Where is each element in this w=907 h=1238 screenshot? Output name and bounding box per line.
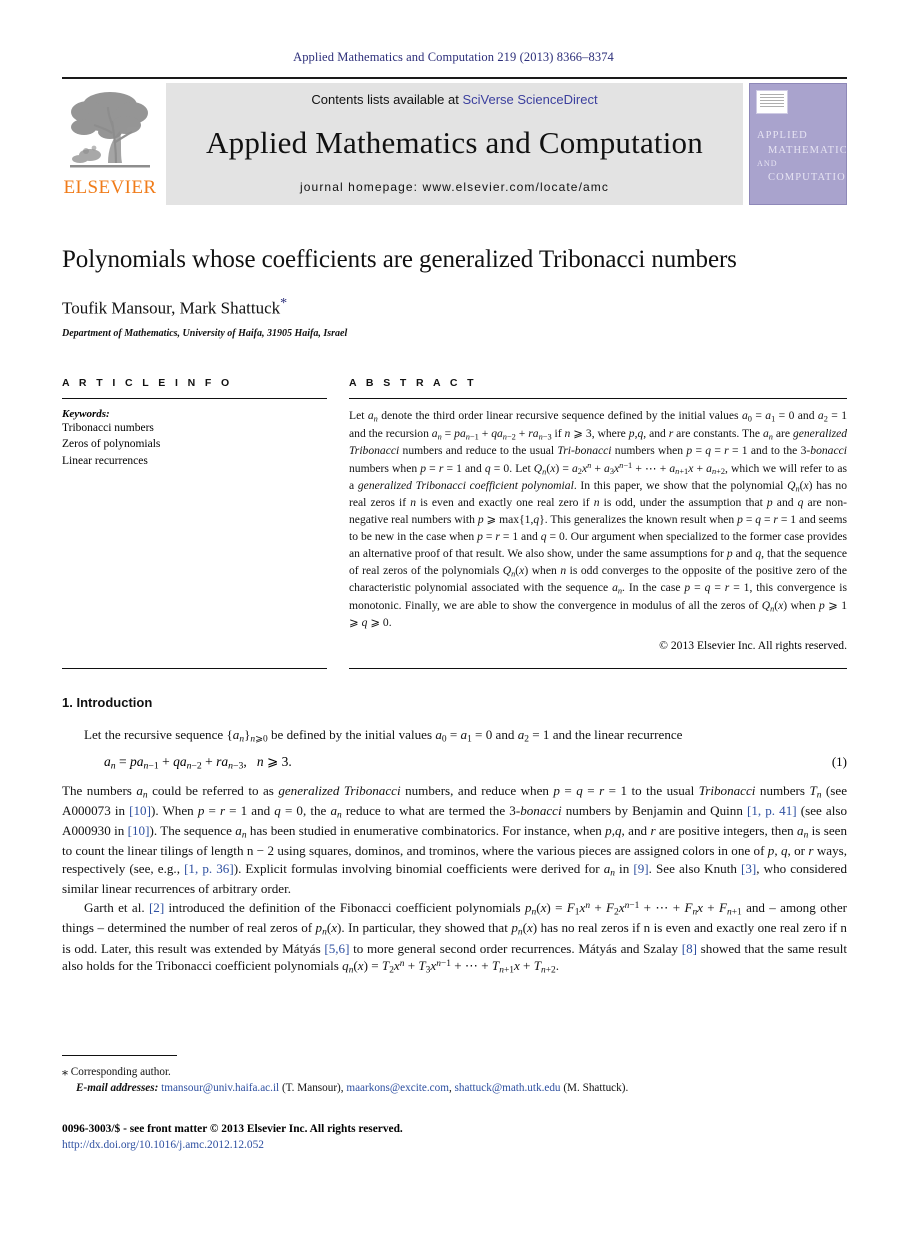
divider [62, 398, 327, 400]
journal-banner: Contents lists available at SciVerse Sci… [166, 83, 743, 205]
citation-link[interactable]: [9] [633, 861, 648, 876]
title-block: Polynomials whose coefficients are gener… [62, 245, 845, 339]
info-abstract-row: A R T I C L E I N F O Keywords: Tribonac… [62, 377, 847, 652]
footnote-emails: E-mail addresses: tmansour@univ.haifa.ac… [62, 1081, 847, 1097]
section-heading-introduction: 1. Introduction [62, 694, 153, 710]
email-owner-3: (M. Shattuck). [560, 1081, 629, 1094]
divider [62, 667, 327, 669]
imprint-block: 0096-3003/$ - see front matter © 2013 El… [62, 1122, 403, 1153]
footnote-corresponding-author: ⁎ Corresponding author. [62, 1063, 847, 1081]
sciencedirect-link[interactable]: SciVerse ScienceDirect [462, 92, 597, 107]
list-item: Zeros of polynomials [62, 438, 161, 451]
cover-line-1: APPLIED [757, 130, 808, 141]
cover-line-2: MATHEMATICS [768, 145, 847, 157]
keywords-list: Tribonacci numbers Zeros of polynomials … [62, 420, 327, 469]
abstract-heading: A B S T R A C T [349, 377, 477, 390]
cover-line-4: COMPUTATION [768, 172, 847, 184]
cover-line-3: AND [757, 159, 778, 169]
journal-homepage-link[interactable]: journal homepage: www.elsevier.com/locat… [300, 180, 609, 194]
issn-copyright-line: 0096-3003/$ - see front matter © 2013 El… [62, 1123, 403, 1135]
equation-body: an = pan−1 + qan−2 + ran−3, n ⩾ 3. [104, 753, 292, 772]
footnote-block: ⁎ Corresponding author. E-mail addresses… [62, 1055, 847, 1097]
article-info-column: A R T I C L E I N F O Keywords: Tribonac… [62, 377, 327, 652]
paragraph: The numbers an could be referred to as g… [62, 782, 848, 896]
citation-link[interactable]: [1, p. 41] [747, 803, 797, 818]
citation-link[interactable]: [8] [682, 941, 697, 956]
citation-link[interactable]: [2] [149, 900, 164, 915]
affiliation: Department of Mathematics, University of… [62, 328, 348, 340]
keywords-label: Keywords: [62, 408, 110, 421]
paragraph: Let the recursive sequence {an}n⩾0 be de… [84, 726, 683, 745]
elsevier-tree-icon [70, 92, 150, 168]
journal-cover-thumbnail[interactable]: APPLIED MATHEMATICS AND COMPUTATION [749, 83, 847, 205]
citation-link[interactable]: [3] [741, 861, 756, 876]
footnote-divider [62, 1055, 177, 1056]
divider [349, 667, 847, 669]
doi-link[interactable]: http://dx.doi.org/10.1016/j.amc.2012.12.… [62, 1138, 403, 1154]
introduction-section: 1. Introduction Let the recursive sequen… [62, 695, 847, 977]
email-link-1[interactable]: tmansour@univ.haifa.ac.il [161, 1082, 279, 1094]
list-item: Linear recurrences [62, 454, 148, 467]
citation-link[interactable]: [5,6] [324, 941, 349, 956]
elsevier-wordmark: ELSEVIER [63, 177, 157, 198]
footnote-text: Corresponding author. [70, 1066, 171, 1078]
cover-mini-logo-icon [756, 90, 788, 114]
paper-page: Applied Mathematics and Computation 219 … [0, 0, 907, 1238]
list-item: Tribonacci numbers [62, 422, 154, 435]
equation-1: an = pan−1 + qan−2 + ran−3, n ⩾ 3. (1) [62, 754, 847, 772]
author-names: Toufik Mansour, Mark Shattuck [62, 298, 281, 318]
contents-prefix: Contents lists available at [311, 92, 463, 107]
section-bottom-rules [62, 667, 847, 669]
email-owner-1: (T. Mansour), [279, 1081, 347, 1094]
abstract-copyright: © 2013 Elsevier Inc. All rights reserved… [659, 638, 847, 652]
citation-link[interactable]: [10] [128, 823, 150, 838]
author-list: Toufik Mansour, Mark Shattuck* [62, 296, 845, 319]
running-head: Applied Mathematics and Computation 219 … [293, 50, 614, 64]
citation-link[interactable]: [1, p. 36] [184, 861, 234, 876]
paragraph: Garth et al. [2] introduced the definiti… [62, 900, 847, 976]
journal-title: Applied Mathematics and Computation [206, 125, 703, 161]
email-link-2[interactable]: maarkons@excite.com [346, 1082, 449, 1094]
elsevier-logo: ELSEVIER [62, 83, 158, 205]
article-info-heading: A R T I C L E I N F O [62, 377, 233, 390]
contents-available-line: Contents lists available at SciVerse Sci… [311, 92, 597, 107]
email-link-3[interactable]: shattuck@math.utk.edu [455, 1082, 561, 1094]
asterisk-icon: ⁎ [62, 1064, 68, 1078]
citation-link[interactable]: [10] [129, 803, 151, 818]
cover-title-text: APPLIED MATHEMATICS AND COMPUTATION [757, 128, 846, 185]
abstract-column: A B S T R A C T Let an denote the third … [349, 377, 847, 652]
divider [349, 398, 847, 400]
corresponding-author-marker: * [280, 295, 288, 311]
equation-number: (1) [831, 753, 847, 769]
journal-masthead: ELSEVIER Contents lists available at Sci… [62, 77, 847, 205]
email-label: E-mail addresses: [76, 1081, 159, 1094]
page-title: Polynomials whose coefficients are gener… [62, 246, 737, 273]
abstract-text: Let an denote the third order linear rec… [349, 409, 848, 629]
